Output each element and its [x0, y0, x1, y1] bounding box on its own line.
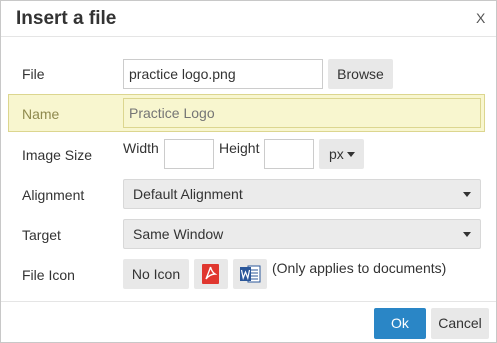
browse-button[interactable]: Browse [328, 59, 393, 89]
cancel-button[interactable]: Cancel [431, 308, 489, 339]
width-input[interactable] [164, 139, 214, 169]
no-icon-button[interactable]: No Icon [123, 259, 189, 289]
ok-button[interactable]: Ok [374, 308, 426, 339]
name-label: Name [22, 106, 60, 122]
alignment-select[interactable]: Default Alignment [123, 179, 481, 209]
alignment-label: Alignment [22, 187, 85, 203]
height-label: Height [219, 140, 260, 156]
close-button[interactable]: X [476, 10, 485, 26]
file-path-field[interactable]: practice logo.png [123, 59, 323, 89]
footer-divider [1, 301, 496, 302]
word-icon-button[interactable] [233, 259, 267, 289]
insert-file-dialog: Insert a file X File practice logo.png B… [0, 0, 497, 343]
file-icon-note: (Only applies to documents) [272, 260, 447, 276]
dialog-header: Insert a file X [1, 1, 496, 37]
chevron-down-icon [347, 152, 355, 157]
height-input[interactable] [264, 139, 314, 169]
dialog-title: Insert a file [16, 8, 117, 29]
unit-value: px [329, 146, 344, 162]
alignment-selected: Default Alignment [133, 186, 243, 202]
chevron-down-icon [463, 232, 471, 237]
pdf-icon-button[interactable] [194, 259, 228, 289]
target-label: Target [22, 227, 61, 243]
pdf-icon [202, 264, 219, 284]
image-size-label: Image Size [22, 147, 93, 163]
word-icon [240, 265, 261, 283]
chevron-down-icon [463, 192, 471, 197]
file-label: File [22, 66, 45, 82]
file-icon-label: File Icon [22, 267, 75, 283]
name-input[interactable] [123, 98, 481, 128]
width-label: Width [123, 140, 159, 156]
target-selected: Same Window [133, 226, 224, 242]
target-select[interactable]: Same Window [123, 219, 481, 249]
unit-dropdown[interactable]: px [319, 139, 364, 169]
